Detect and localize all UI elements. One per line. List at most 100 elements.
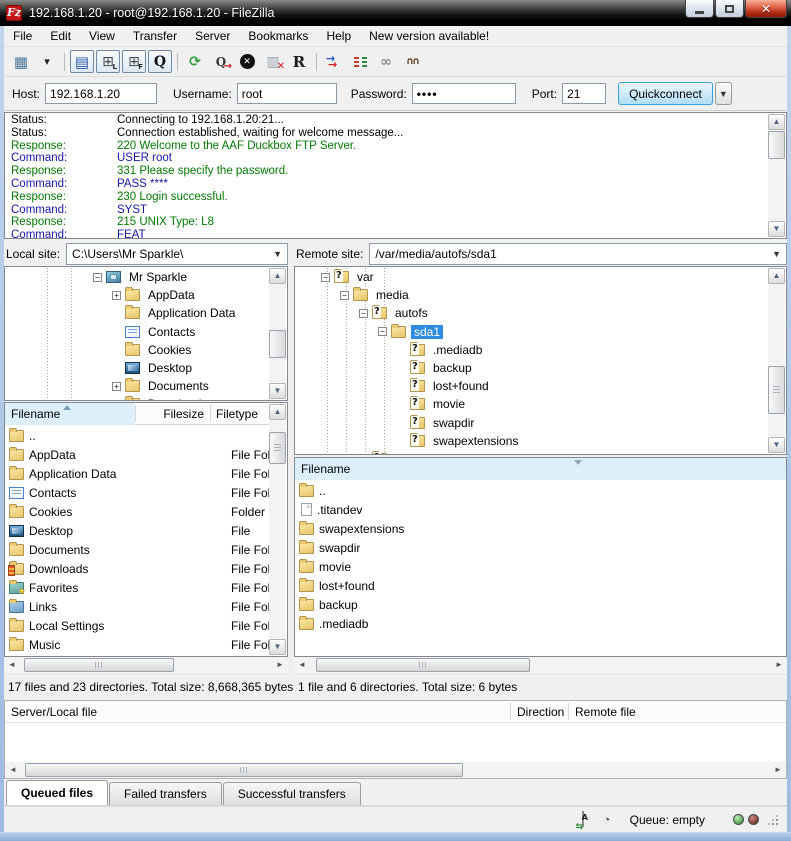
tree-expander[interactable]: −: [321, 273, 330, 282]
swapdir-button[interactable]: swapdir: [295, 538, 786, 557]
quickconnect-dropdown-button[interactable]: ▼: [715, 82, 732, 105]
tree-expander[interactable]: −: [93, 273, 102, 282]
Cookies-button[interactable]: Cookies Folder: [5, 502, 269, 521]
menu-item[interactable]: New version available!: [360, 27, 498, 45]
refresh-button[interactable]: [183, 50, 207, 73]
scroll-up-icon[interactable]: ▲: [768, 268, 785, 284]
tree-row[interactable]: Cookies: [5, 341, 269, 359]
menu-item[interactable]: Bookmarks: [239, 27, 317, 45]
log-scroll-thumb[interactable]: [768, 131, 785, 159]
tree-row[interactable]: Desktop: [5, 359, 269, 377]
scroll-left-icon[interactable]: ◄: [4, 657, 20, 673]
scroll-up-icon[interactable]: ▲: [269, 268, 286, 284]
backup-button[interactable]: backup: [295, 595, 786, 614]
movie-button[interactable]: movie: [295, 557, 786, 576]
local-list-scrollbar[interactable]: ▲ ▼: [269, 404, 286, 655]
tree-expander[interactable]: +: [112, 382, 121, 391]
queue-hscroll-thumb[interactable]: [25, 763, 463, 777]
local-site-combobox[interactable]: C:\Users\Mr Sparkle\ ▼: [66, 243, 288, 265]
tree-row[interactable]: − sda1: [295, 323, 768, 341]
tree-row[interactable]: − autofs: [295, 304, 768, 322]
Application Data-button[interactable]: Application Data File Folder: [5, 464, 269, 483]
tree-expander[interactable]: −: [359, 309, 368, 318]
scroll-down-icon[interactable]: ▼: [768, 221, 785, 237]
menu-item[interactable]: File: [4, 27, 41, 45]
tree-row[interactable]: Application Data: [5, 304, 269, 322]
maximize-button[interactable]: [715, 0, 744, 18]
tab[interactable]: Failed transfers: [109, 782, 222, 805]
titlebar[interactable]: Fz 192.168.1.20 - root@192.168.1.20 - Fi…: [0, 0, 791, 26]
minimize-button[interactable]: [685, 0, 714, 18]
username-input[interactable]: [237, 83, 337, 104]
column-header-filename[interactable]: Filename: [295, 458, 786, 480]
Music-button[interactable]: Music File Folder: [5, 635, 269, 654]
lost+found-button[interactable]: lost+found: [295, 576, 786, 595]
Downloads-button[interactable]: Downloads File Folder: [5, 559, 269, 578]
tree-row[interactable]: + Downloads: [5, 395, 269, 400]
scroll-left-icon[interactable]: ◄: [294, 657, 310, 673]
tree-row[interactable]: movie: [295, 395, 768, 413]
column-header-filename[interactable]: Filename: [5, 403, 135, 425]
resize-grip[interactable]: [767, 814, 779, 826]
menu-item[interactable]: Transfer: [124, 27, 186, 45]
tree-row[interactable]: + AppData: [5, 286, 269, 304]
quickconnect-button[interactable]: Quickconnect: [618, 82, 713, 105]
tree-row[interactable]: + Documents: [5, 377, 269, 395]
toggle-log-button[interactable]: [70, 50, 94, 73]
..-button[interactable]: ..: [5, 426, 269, 445]
AppData-button[interactable]: AppData File Folder: [5, 445, 269, 464]
synchronized-browsing-button[interactable]: [374, 50, 398, 73]
column-header-remote-file[interactable]: Remote file: [569, 701, 719, 723]
column-header-filesize[interactable]: Filesize: [135, 403, 210, 425]
column-header-local-file[interactable]: Server/Local file: [5, 701, 510, 723]
close-button[interactable]: ✕: [745, 0, 787, 18]
site-manager-caret-button[interactable]: [35, 50, 59, 73]
menu-item[interactable]: Help: [317, 27, 360, 45]
cancel-button[interactable]: [235, 50, 259, 73]
transfer-type-icon[interactable]: [580, 812, 596, 828]
tree-row[interactable]: lost+found: [295, 377, 768, 395]
menu-item[interactable]: Edit: [41, 27, 80, 45]
tree-row[interactable]: .mediadb: [295, 341, 768, 359]
speed-limit-icon[interactable]: [602, 812, 618, 828]
scroll-up-icon[interactable]: ▲: [768, 114, 785, 130]
host-input[interactable]: [45, 83, 157, 104]
queue-body[interactable]: [5, 723, 786, 762]
local-list-scroll-thumb[interactable]: [269, 432, 286, 464]
remote-horizontal-scrollbar[interactable]: ◄ ►: [294, 657, 787, 673]
tree-expander[interactable]: +: [112, 291, 121, 300]
tree-expander[interactable]: −: [340, 291, 349, 300]
.titandev-button[interactable]: .titandev: [295, 500, 786, 519]
reconnect-button[interactable]: [287, 50, 311, 73]
scroll-down-icon[interactable]: ▼: [768, 437, 785, 453]
local-horizontal-scrollbar[interactable]: ◄ ►: [4, 657, 288, 673]
toggle-local-tree-button[interactable]: [96, 50, 120, 73]
tree-expander[interactable]: −: [378, 327, 387, 336]
queue-horizontal-scrollbar[interactable]: ◄ ►: [5, 762, 786, 778]
remote-tree-scroll-thumb[interactable]: [768, 366, 785, 414]
password-input[interactable]: [412, 83, 516, 104]
Contacts-button[interactable]: Contacts File Folder: [5, 483, 269, 502]
menu-item[interactable]: View: [80, 27, 124, 45]
local-tree-scrollbar[interactable]: ▲ ▼: [269, 268, 286, 399]
log-scrollbar[interactable]: ▲ ▼: [768, 114, 785, 237]
tab[interactable]: Successful transfers: [223, 782, 361, 805]
Favorites-button[interactable]: Favorites File Folder: [5, 578, 269, 597]
site-manager-button[interactable]: [9, 50, 33, 73]
local-tree-scroll-thumb[interactable]: [269, 330, 286, 358]
process-queue-button[interactable]: [209, 50, 233, 73]
scroll-down-icon[interactable]: ▼: [269, 383, 286, 399]
scroll-right-icon[interactable]: ►: [771, 657, 787, 673]
scroll-up-icon[interactable]: ▲: [269, 404, 286, 420]
local-hscroll-thumb[interactable]: [24, 658, 174, 672]
Links-button[interactable]: Links File Folder: [5, 597, 269, 616]
tree-row[interactable]: backup: [295, 359, 768, 377]
scroll-right-icon[interactable]: ►: [770, 762, 786, 778]
menu-item[interactable]: Server: [186, 27, 239, 45]
tree-row[interactable]: − media: [295, 286, 768, 304]
column-header-direction[interactable]: Direction: [511, 701, 569, 723]
tree-row[interactable]: swapdir: [295, 414, 768, 432]
toggle-queue-button[interactable]: [148, 50, 172, 73]
directory-comparison-button[interactable]: [348, 50, 372, 73]
transfer-arrows-button[interactable]: [322, 50, 346, 73]
